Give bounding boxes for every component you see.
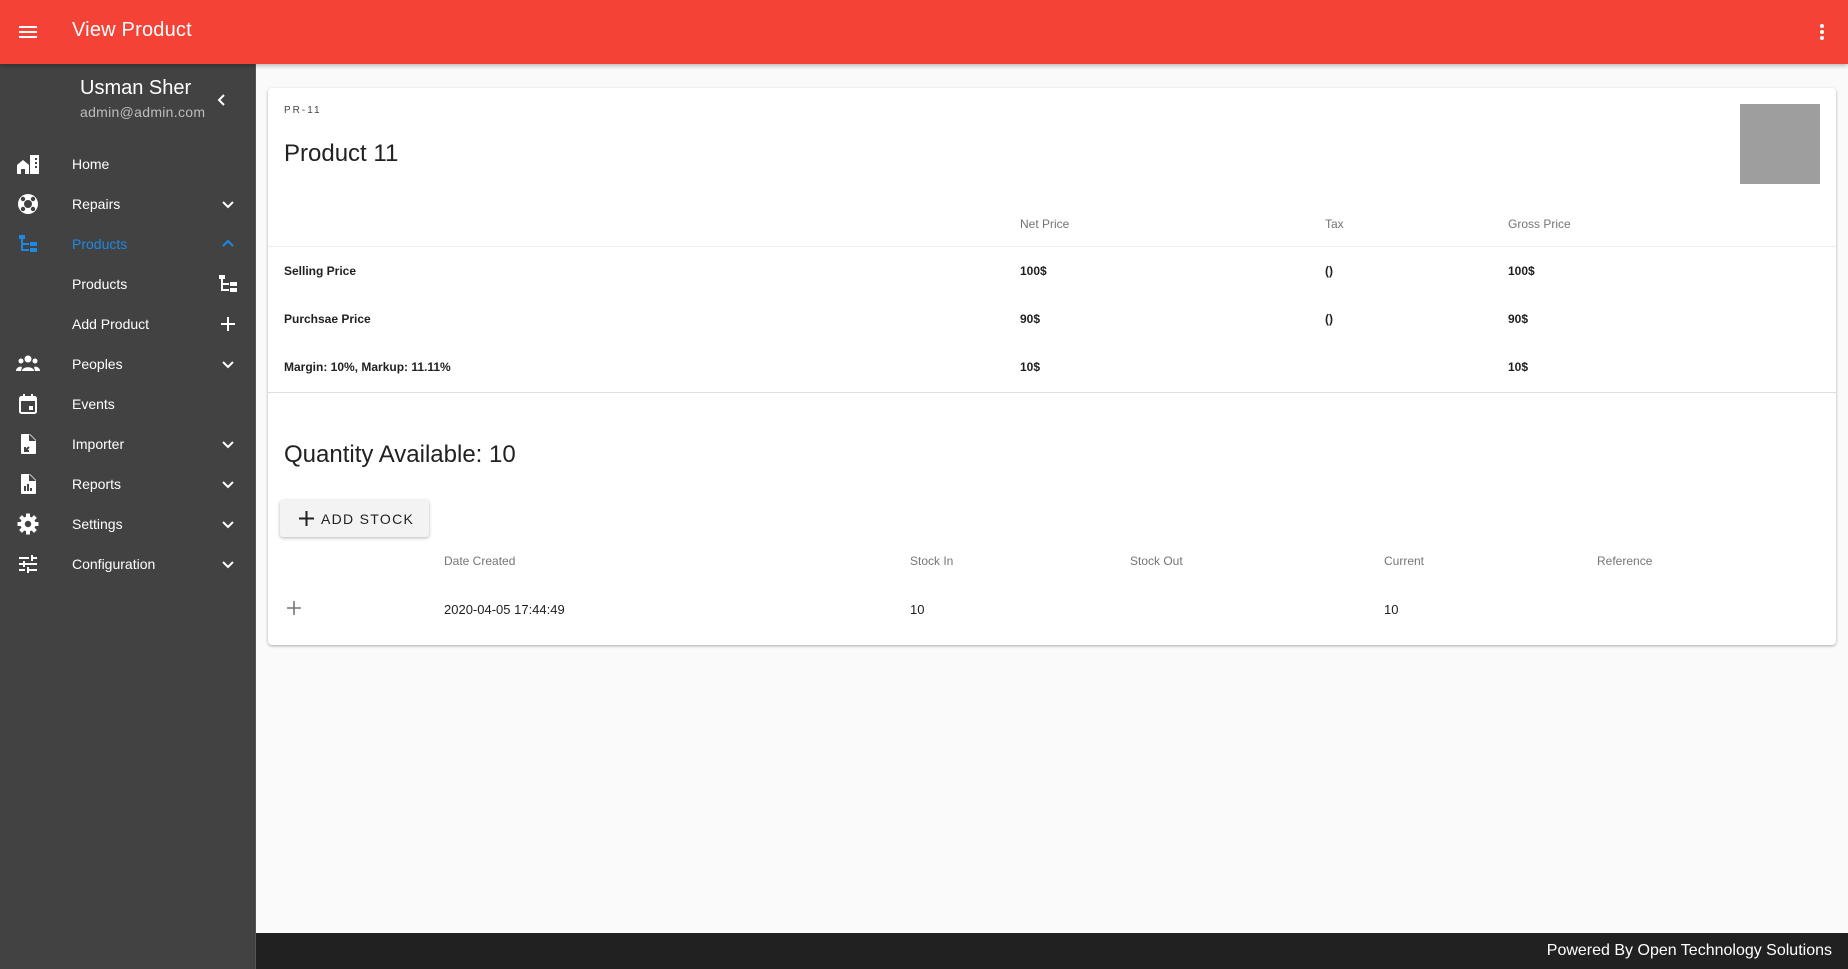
sidebar-item-label: Peoples — [72, 356, 123, 372]
column-header-stock-out: Stock Out — [1130, 554, 1183, 568]
stock-in: 10 — [910, 602, 925, 617]
file-tree-icon — [216, 272, 240, 296]
row-label: Margin: 10%, Markup: 11.11% — [284, 360, 451, 374]
product-card: PR-11 Product 11 Net Price Tax Gross Pri… — [268, 88, 1836, 645]
chevron-down-icon — [216, 192, 240, 216]
hamburger-menu-icon[interactable] — [16, 20, 40, 44]
product-name: Product 11 — [284, 140, 399, 167]
footer: Powered By Open Technology Solutions — [256, 933, 1848, 969]
sidebar-subitem-add-product[interactable]: Add Product — [0, 304, 256, 344]
more-vertical-icon[interactable] — [1810, 20, 1834, 44]
row-label: Purchsae Price — [284, 312, 371, 326]
sidebar-item-home[interactable]: Home — [0, 144, 256, 184]
column-header-stock-in: Stock In — [910, 554, 954, 568]
net-price: 90$ — [1020, 312, 1041, 326]
app-bar: View Product — [0, 0, 1848, 64]
chevron-down-icon — [216, 352, 240, 376]
gear-icon — [16, 512, 40, 536]
footer-text: Powered By Open Technology Solutions — [1546, 942, 1832, 959]
product-code: PR-11 — [284, 105, 322, 116]
plus-icon — [216, 312, 240, 336]
tax: () — [1325, 264, 1333, 278]
column-header-current: Current — [1384, 554, 1425, 568]
sidebar-item-events[interactable]: Events — [0, 384, 256, 424]
quantity-available: Quantity Available: 10 — [284, 441, 516, 468]
chevron-down-icon — [216, 472, 240, 496]
sidebar-item-reports[interactable]: Reports — [0, 464, 256, 504]
sidebar-item-label: Events — [72, 396, 115, 412]
sidebar-item-label: Home — [72, 156, 110, 172]
calendar-icon — [16, 392, 40, 416]
table-row: Selling Price 100$ () 100$ — [268, 248, 1836, 296]
chevron-down-icon — [216, 432, 240, 456]
column-header-reference: Reference — [1597, 554, 1653, 568]
sidebar-item-repairs[interactable]: Repairs — [0, 184, 256, 224]
expand-row-plus-icon[interactable] — [286, 600, 302, 616]
sidebar-item-label: Configuration — [72, 556, 156, 572]
user-profile: Usman Sher admin@admin.com — [0, 64, 256, 144]
add-stock-label: ADD STOCK — [321, 511, 415, 527]
sidebar-item-label: Products — [72, 236, 128, 252]
gross-price: 90$ — [1508, 312, 1529, 326]
sidebar-item-label: Settings — [72, 516, 123, 532]
plus-icon — [298, 510, 315, 527]
sidebar-item-products[interactable]: Products — [0, 224, 256, 264]
product-image-placeholder — [1740, 104, 1820, 184]
lifebuoy-icon — [16, 192, 40, 216]
table-row: 2020-04-05 17:44:49 10 10 — [268, 582, 1836, 622]
net-price: 100$ — [1020, 264, 1047, 278]
current-stock: 10 — [1384, 602, 1399, 617]
row-label: Selling Price — [284, 264, 357, 278]
sidebar-item-importer[interactable]: Importer — [0, 424, 256, 464]
column-header-date-created: Date Created — [444, 554, 516, 568]
file-tree-icon — [16, 232, 40, 256]
chevron-up-icon — [216, 232, 240, 256]
chevron-down-icon — [216, 552, 240, 576]
gross-price: 100$ — [1508, 264, 1535, 278]
add-stock-button[interactable]: ADD STOCK — [280, 500, 429, 537]
tune-icon — [16, 552, 40, 576]
column-header-tax: Tax — [1325, 217, 1344, 231]
sidebar-item-settings[interactable]: Settings — [0, 504, 256, 544]
column-header-gross-price: Gross Price — [1508, 217, 1571, 231]
table-row: Margin: 10%, Markup: 11.11% 10$ 10$ — [268, 344, 1836, 392]
sidebar-item-label: Importer — [72, 436, 125, 452]
home-city-icon — [16, 152, 40, 176]
divider — [268, 392, 1836, 393]
chevron-down-icon — [216, 512, 240, 536]
sidebar-subitem-products[interactable]: Products — [0, 264, 256, 304]
sidebar-item-label: Reports — [72, 476, 122, 492]
date-created: 2020-04-05 17:44:49 — [444, 602, 565, 617]
user-name: Usman Sher — [80, 77, 192, 99]
user-email: admin@admin.com — [80, 104, 206, 120]
page-title: View Product — [72, 19, 192, 41]
tax: () — [1325, 312, 1333, 326]
file-chart-icon — [16, 472, 40, 496]
sidebar-item-configuration[interactable]: Configuration — [0, 544, 256, 584]
table-row: Purchsae Price 90$ () 90$ — [268, 296, 1836, 344]
account-group-icon — [16, 352, 40, 376]
file-import-icon — [16, 432, 40, 456]
chevron-left-icon[interactable] — [212, 88, 232, 112]
price-table-header: Net Price Tax Gross Price — [268, 208, 1836, 247]
sidebar-item-peoples[interactable]: Peoples — [0, 344, 256, 384]
net-price: 10$ — [1020, 360, 1041, 374]
column-header-net-price: Net Price — [1020, 217, 1070, 231]
sidebar: Usman Sher admin@admin.com Home Repairs … — [0, 64, 256, 969]
sidebar-item-label: Repairs — [72, 196, 121, 212]
gross-price: 10$ — [1508, 360, 1529, 374]
sidebar-item-label: Products — [72, 276, 128, 292]
sidebar-item-label: Add Product — [72, 316, 150, 332]
